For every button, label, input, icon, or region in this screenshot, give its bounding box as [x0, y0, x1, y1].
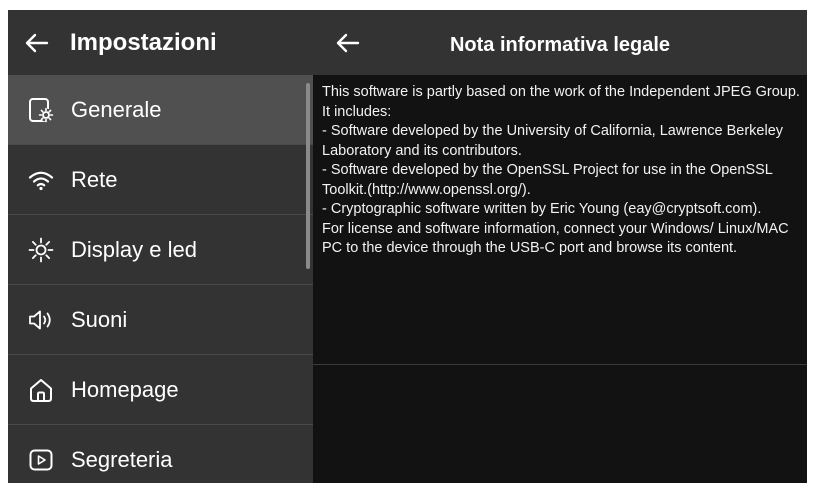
menu-label-display: Display e led: [71, 237, 197, 262]
wifi-icon: [28, 171, 54, 191]
legal-line: - Software developed by the OpenSSL Proj…: [322, 162, 773, 198]
legal-line: For license and software information, co…: [322, 220, 789, 257]
settings-menu: Generale Rete Display e led Suoni Homepa…: [8, 75, 313, 483]
menu-label-suoni: Suoni: [71, 307, 128, 332]
settings-title: Impostazioni: [70, 29, 217, 56]
settings-back-button[interactable]: [22, 28, 52, 58]
settings-sidebar: Impostazioni Generale Rete Display e led…: [8, 10, 313, 483]
legal-line: It includes:: [322, 103, 392, 120]
legal-title: Nota informativa legale: [449, 34, 671, 56]
home-icon: [30, 379, 52, 402]
menu-label-segreteria: Segreteria: [71, 447, 173, 472]
legal-panel: Nota informativa legale This software is…: [313, 10, 807, 483]
menu-label-homepage: Homepage: [71, 377, 179, 402]
menu-label-generale: Generale: [71, 97, 162, 122]
menu-item-segreteria[interactable]: Segreteria: [8, 425, 313, 483]
legal-line: This software is partly based on the wor…: [322, 84, 800, 100]
settings-header: Impostazioni: [8, 10, 313, 75]
menu-item-suoni[interactable]: Suoni: [8, 285, 313, 355]
menu-item-homepage[interactable]: Homepage: [8, 355, 313, 425]
arrow-left-icon: [25, 33, 49, 53]
play-box-icon: [29, 449, 53, 471]
menu-scrollbar[interactable]: [306, 83, 310, 269]
settings-tablet-icon: [29, 98, 54, 123]
menu-item-rete[interactable]: Rete: [8, 145, 313, 215]
menu-label-rete: Rete: [71, 167, 118, 192]
menu-item-display[interactable]: Display e led: [8, 215, 313, 285]
legal-divider: [313, 364, 807, 365]
legal-text: This software is partly based on the wor…: [322, 83, 800, 259]
menu-item-generale[interactable]: Generale: [8, 75, 313, 145]
legal-line: - Software developed by the University o…: [322, 123, 784, 159]
device-screen: Impostazioni Generale Rete Display e led…: [8, 10, 807, 483]
sun-icon: [28, 237, 54, 263]
legal-line: - Cryptographic software written by Eric…: [322, 201, 762, 217]
speaker-icon: [29, 310, 51, 330]
legal-header: Nota informativa legale: [313, 10, 807, 75]
